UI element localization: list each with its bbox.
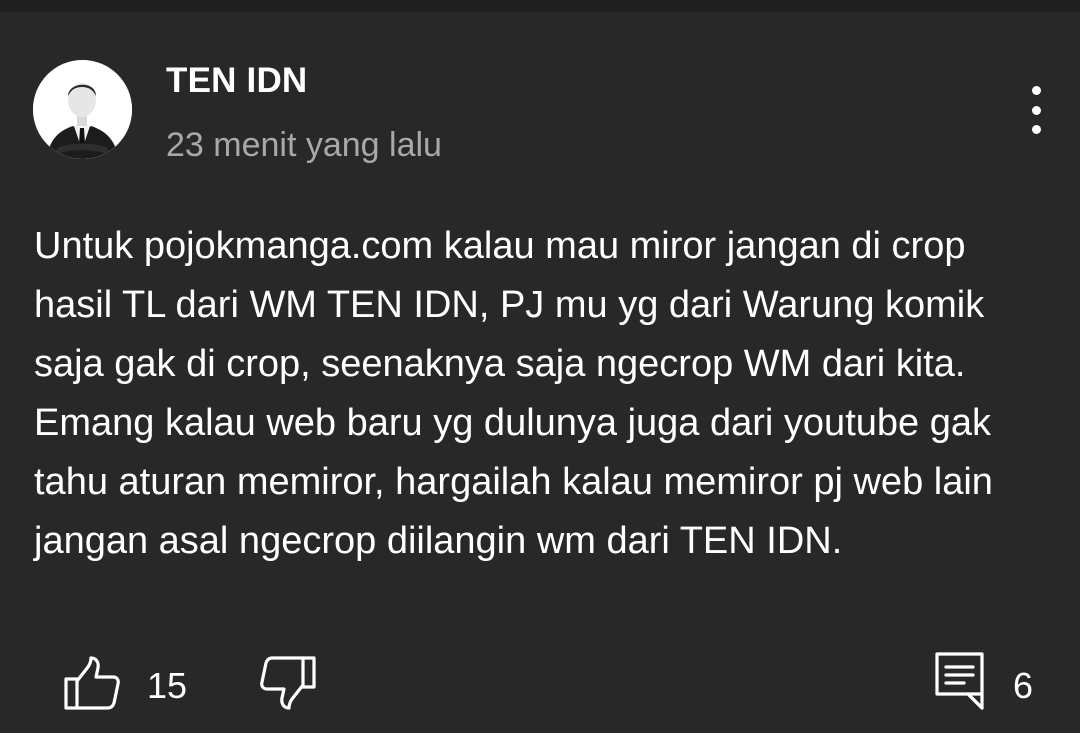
dislike-button[interactable] [260, 652, 320, 712]
comment-timestamp: 23 menit yang lalu [166, 126, 442, 164]
comment-action-bar: 15 6 [0, 650, 1080, 720]
comment-reply-icon [935, 652, 984, 710]
reply-count: 6 [1013, 665, 1034, 706]
more-options-button[interactable] [1016, 86, 1056, 134]
more-vertical-icon-dot [1031, 105, 1041, 115]
like-count: 15 [147, 665, 188, 706]
top-divider [0, 0, 1080, 12]
like-button[interactable] [62, 654, 122, 714]
comment-text: Untuk pojokmanga.com kalau mau miror jan… [34, 225, 993, 562]
thumbs-up-icon [64, 656, 120, 710]
comment-author[interactable]: TEN IDN [166, 60, 307, 102]
man-in-suit-avatar-icon [33, 60, 132, 159]
reply-button[interactable] [932, 650, 988, 712]
avatar[interactable] [33, 60, 132, 159]
thumbs-down-icon [260, 656, 316, 710]
more-vertical-icon-dot [1031, 86, 1041, 95]
more-vertical-icon-dot [1031, 125, 1041, 134]
